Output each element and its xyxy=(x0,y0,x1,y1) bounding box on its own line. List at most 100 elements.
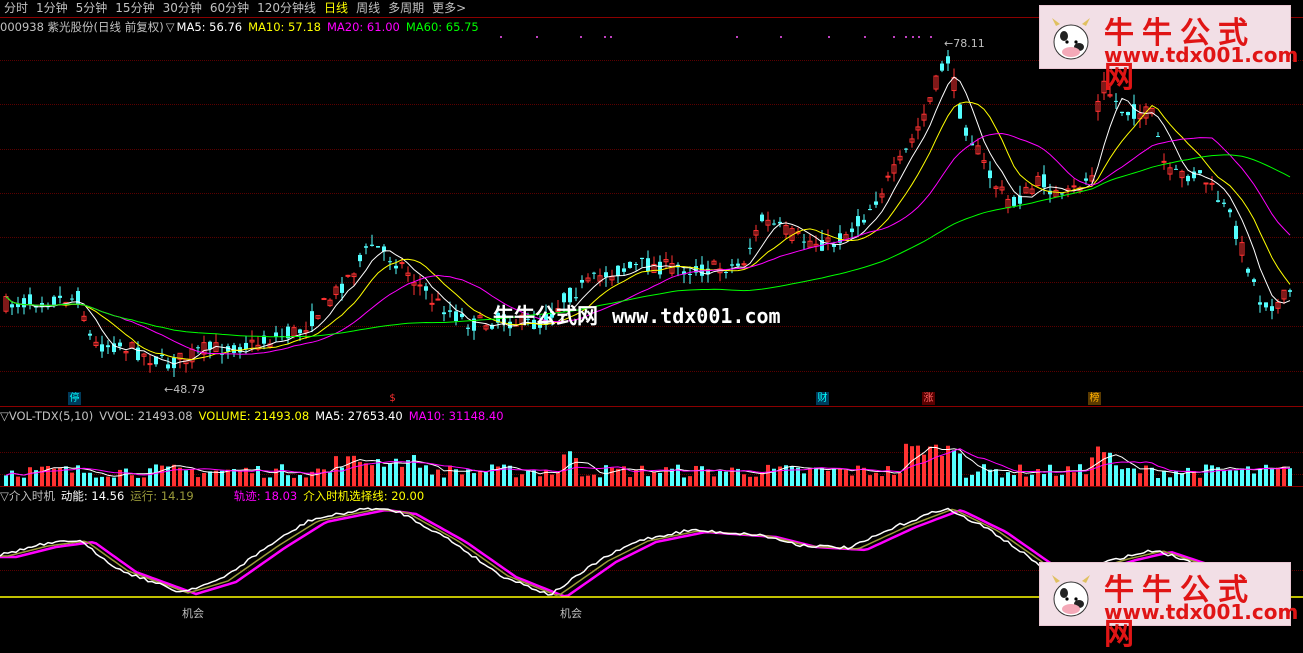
xuanze-value: 介入时机选择线: 20.00 xyxy=(303,489,425,503)
candle-body xyxy=(1071,185,1077,188)
volume-bar xyxy=(976,471,980,486)
candle-body xyxy=(730,264,734,266)
volume-bar xyxy=(586,475,590,486)
candle-body xyxy=(1264,302,1268,308)
event-badge-limit-up[interactable]: 涨 xyxy=(922,392,935,405)
volume-bar xyxy=(550,474,554,486)
volume-bar xyxy=(766,464,770,486)
candle-body xyxy=(1060,193,1064,195)
candle-body xyxy=(118,342,122,347)
volume-bar xyxy=(706,469,710,486)
volume-bar xyxy=(418,467,422,486)
event-badge-ranking[interactable]: 榜 xyxy=(1088,392,1101,405)
volume-bar xyxy=(1030,474,1034,486)
candle-body xyxy=(1186,175,1190,182)
low-price-label: ←48.79 xyxy=(164,383,205,396)
volume-bar xyxy=(646,476,650,486)
signal-dot xyxy=(905,36,907,38)
candle-body xyxy=(370,244,374,246)
candle-body xyxy=(646,258,650,272)
signal-dot xyxy=(828,36,830,38)
candle-body xyxy=(435,298,441,301)
volume-bar xyxy=(1240,468,1244,486)
volume-bar xyxy=(1162,470,1166,486)
cow-mascot-icon xyxy=(1052,18,1090,60)
volume-panel-header: ▽VOL-TDX(5,10) VVOL: 21493.08 VOLUME: 2149… xyxy=(0,409,510,423)
volume-bar xyxy=(1108,452,1112,486)
event-badge-halt[interactable]: 停 xyxy=(68,392,81,405)
candle-body xyxy=(688,274,692,276)
indicator-title[interactable]: ▽介入时机 xyxy=(0,489,55,503)
volume-bar xyxy=(1024,476,1028,486)
candle-body xyxy=(736,263,740,266)
candle-body xyxy=(454,311,458,321)
candle-body xyxy=(442,312,446,315)
candle-body xyxy=(22,298,26,308)
candle-body xyxy=(340,283,344,293)
candle-body xyxy=(147,363,153,366)
volume-bar xyxy=(526,470,530,486)
volume-bar xyxy=(1114,465,1118,486)
candle-body xyxy=(364,246,368,248)
candle-body xyxy=(321,298,327,301)
volume-bar xyxy=(868,475,872,486)
volume-bar xyxy=(928,446,932,486)
candle-body xyxy=(1156,136,1160,138)
volume-bar xyxy=(748,476,752,486)
volume-bar xyxy=(208,471,212,486)
candle-body xyxy=(100,344,104,352)
volume-bar xyxy=(610,467,614,486)
candle-body xyxy=(1120,111,1124,114)
volume-bar xyxy=(442,477,446,486)
candle-body xyxy=(964,127,968,136)
volume-bar xyxy=(790,466,794,486)
volume-bar xyxy=(1084,474,1088,486)
volume-bar xyxy=(328,472,332,486)
volume-bar xyxy=(286,475,290,486)
candle-body xyxy=(616,265,620,276)
candle-body xyxy=(748,247,752,249)
candle-body xyxy=(244,342,248,350)
volume-bar xyxy=(352,455,356,486)
volume-bar xyxy=(136,477,140,486)
volume-bar xyxy=(196,477,200,486)
volume-bar xyxy=(250,473,254,486)
volume-bar xyxy=(28,467,32,486)
volume-bar xyxy=(214,470,218,486)
volume-bar xyxy=(538,476,542,486)
volume-bar xyxy=(844,469,848,486)
candle-body xyxy=(28,294,32,305)
candle-body xyxy=(946,56,950,64)
candle-body xyxy=(417,284,423,287)
signal-dot xyxy=(610,36,612,38)
volume-bar xyxy=(1270,468,1274,486)
volume-indicator-title[interactable]: ▽VOL-TDX(5,10) xyxy=(0,409,93,423)
yunxing-value: 运行: 14.19 xyxy=(130,489,194,503)
volume-bar xyxy=(124,468,128,486)
candle-body xyxy=(580,279,584,283)
volume-bar xyxy=(1066,466,1070,486)
volume-bar xyxy=(388,463,392,486)
volume-bar xyxy=(478,470,482,486)
volume-bar xyxy=(1216,467,1220,486)
volume-bar xyxy=(946,445,950,486)
volume-bar xyxy=(880,476,884,486)
volume-bar xyxy=(892,474,896,486)
event-badge-finance[interactable]: 财 xyxy=(816,392,829,405)
volume-bar xyxy=(1234,470,1238,486)
candle-body xyxy=(622,268,626,272)
volume-bar xyxy=(112,477,116,486)
volume-bar xyxy=(532,470,536,486)
volume-bar xyxy=(826,470,830,486)
candle-body xyxy=(1228,209,1232,213)
volume-bar xyxy=(874,472,878,486)
candle-body xyxy=(658,261,662,275)
volume-bar xyxy=(1000,477,1004,486)
volume-ma10-value: MA10: 31148.40 xyxy=(408,409,504,423)
candle-body xyxy=(1203,182,1209,185)
candle-body xyxy=(940,63,944,71)
volume-bar xyxy=(850,475,854,486)
signal-dot xyxy=(864,36,866,38)
event-badge-dollar[interactable]: $ xyxy=(386,392,399,405)
volume-bar xyxy=(1192,471,1196,486)
